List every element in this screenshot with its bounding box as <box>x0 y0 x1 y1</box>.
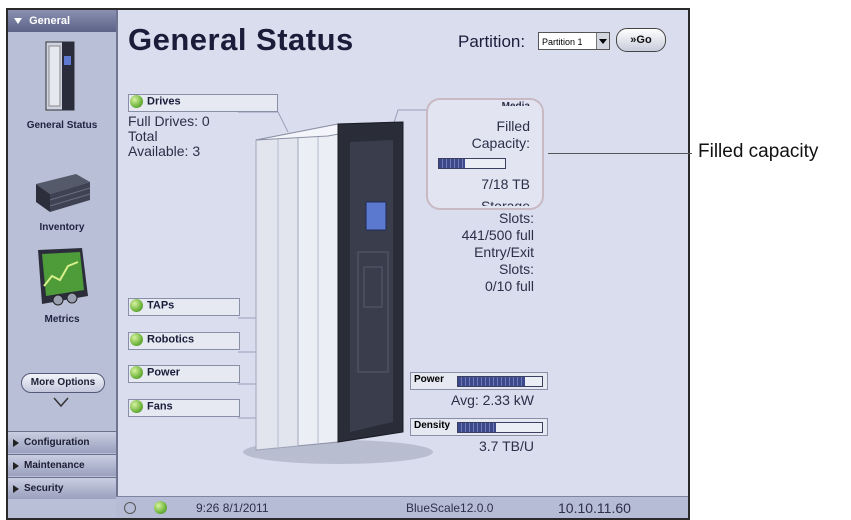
taps-status[interactable]: TAPs <box>130 299 174 312</box>
status-ok-icon <box>130 299 143 312</box>
storage-slots-label: Slots: <box>498 210 534 226</box>
sidebar-header-label: General <box>29 15 71 27</box>
sidebar-item-label: General Status <box>26 120 98 131</box>
density-bar <box>457 422 543 433</box>
system-ok-icon <box>154 501 167 514</box>
sidebar-section-label: Configuration <box>24 437 90 448</box>
density-meter-label: Density <box>414 420 451 431</box>
partition-select-value: Partition 1 <box>542 37 583 47</box>
taps-label: TAPs <box>147 299 175 312</box>
library-cabinet-icon <box>8 40 116 117</box>
power-meter: Power <box>410 372 548 390</box>
tape-cartridges-icon <box>8 170 116 219</box>
sidebar-section-label: Security <box>24 483 64 494</box>
sidebar-item-general-status[interactable]: General Status <box>8 40 116 131</box>
sidebar-section-configuration[interactable]: Configuration <box>8 431 116 453</box>
fans-status[interactable]: Fans <box>130 400 173 413</box>
filled-capacity-bar-fill <box>439 159 465 168</box>
media-header: Media <box>502 98 530 106</box>
go-button-label: Go <box>636 34 652 46</box>
triangle-down-icon <box>14 18 22 25</box>
storage-partial-label: Storage <box>480 198 530 206</box>
partition-select[interactable]: Partition 1 <box>538 32 610 50</box>
entry-exit-slots-value: 0/10 full <box>484 278 534 294</box>
density-value: 3.7 TB/U <box>479 438 534 454</box>
triangle-right-icon <box>13 462 19 470</box>
footer-time: 9:26 8/1/2011 <box>196 501 269 515</box>
robotics-label: Robotics <box>147 333 195 346</box>
filled-capacity-highlight: Media Filled Capacity: 7/18 TB Storage <box>426 98 544 210</box>
go-button[interactable]: »Go <box>616 28 666 52</box>
filled-capacity-value: 7/18 TB <box>481 176 530 192</box>
triangle-right-icon <box>13 439 19 447</box>
library-illustration <box>238 109 433 464</box>
chevron-down-icon[interactable] <box>52 395 70 409</box>
total-text: Total <box>128 128 158 144</box>
robotics-status[interactable]: Robotics <box>130 333 194 346</box>
status-ok-icon <box>130 400 143 413</box>
sidebar-section-security[interactable]: Security <box>8 477 116 499</box>
status-ok-icon <box>130 95 143 108</box>
triangle-right-icon <box>13 485 19 493</box>
status-ok-icon <box>130 366 143 379</box>
full-drives-text: Full Drives: 0 <box>128 113 210 129</box>
status-bar: 9:26 8/1/2011 BlueScale12.0.0 10.10.11.6… <box>116 496 688 518</box>
footer-version: BlueScale12.0.0 <box>406 501 494 515</box>
density-bar-fill <box>458 423 496 432</box>
partition-label: Partition: <box>458 32 526 51</box>
filled-capacity-bar <box>438 158 506 169</box>
drives-status[interactable]: Drives <box>130 95 181 108</box>
entry-exit-slots-label: Slots: <box>498 261 534 277</box>
power-meter-label: Power <box>414 374 445 385</box>
callout-line <box>548 153 692 154</box>
sidebar-item-label: Inventory <box>39 222 85 233</box>
sidebar-item-label: Metrics <box>44 314 80 325</box>
density-meter: Density <box>410 418 548 436</box>
storage-slots-value: 441/500 full <box>461 227 534 243</box>
filled-label-line1: Filled <box>496 118 530 134</box>
power-avg-value: Avg: 2.33 kW <box>450 392 534 408</box>
metrics-monitor-icon <box>8 246 116 311</box>
sidebar-item-inventory[interactable]: Inventory <box>8 170 116 233</box>
fans-label: Fans <box>147 400 173 413</box>
page-title: General Status <box>128 22 354 57</box>
available-text: Available: 3 <box>128 143 201 159</box>
drives-label: Drives <box>147 95 181 108</box>
entry-exit-label: Entry/Exit <box>474 244 534 260</box>
dropdown-arrow-icon[interactable] <box>596 33 609 49</box>
app-window: General General Status Inventory Metrics… <box>6 8 690 520</box>
sidebar-item-metrics[interactable]: Metrics <box>8 246 116 325</box>
sidebar-section-maintenance[interactable]: Maintenance <box>8 454 116 476</box>
power-bar-fill <box>458 377 526 386</box>
sidebar-section-label: Maintenance <box>24 460 85 471</box>
filled-label-line2: Capacity: <box>471 135 530 151</box>
power-status-label: Power <box>147 366 181 379</box>
footer-ip: 10.10.11.60 <box>558 500 631 516</box>
sidebar-header-general[interactable]: General <box>8 10 116 32</box>
drives-info: Full Drives: 0 Total Available: 3 <box>128 114 210 159</box>
status-ok-icon <box>130 333 143 346</box>
refresh-icon[interactable] <box>124 502 136 514</box>
power-status[interactable]: Power <box>130 366 180 379</box>
filled-capacity-callout: Filled capacity <box>698 141 819 162</box>
more-options-button[interactable]: More Options <box>21 373 105 393</box>
sidebar: General General Status Inventory Metrics… <box>8 10 118 518</box>
slots-info: Slots: 441/500 full Entry/Exit Slots: 0/… <box>412 210 534 295</box>
power-bar <box>457 376 543 387</box>
